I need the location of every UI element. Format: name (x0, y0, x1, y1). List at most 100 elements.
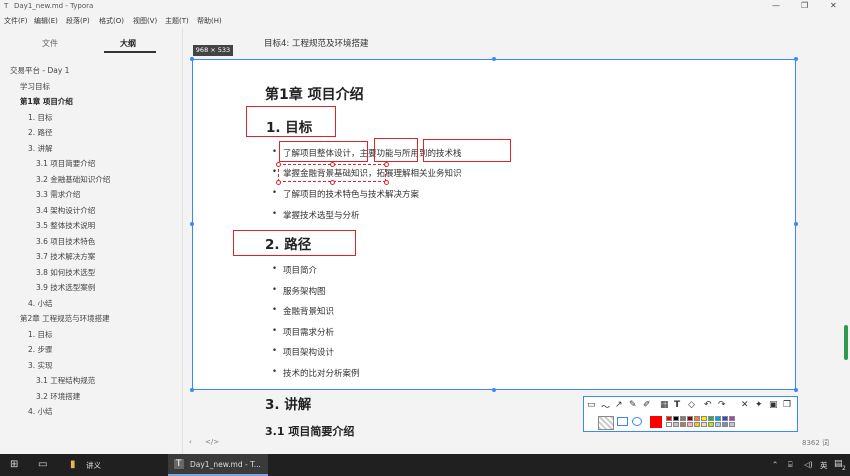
annotation-handle[interactable] (276, 180, 281, 185)
color-swatch[interactable] (701, 422, 707, 427)
capture-handle[interactable] (794, 222, 798, 226)
outline-item[interactable]: 3.3 需求介绍 (36, 189, 80, 200)
capture-handle[interactable] (190, 222, 194, 226)
outline-item[interactable]: 3.2 金融基础知识介绍 (36, 174, 110, 185)
annotation-box[interactable] (233, 230, 356, 256)
outline-item[interactable]: 学习目标 (20, 81, 50, 92)
save-icon[interactable]: ▣ (769, 400, 778, 410)
color-swatch[interactable] (729, 416, 735, 421)
outline-item[interactable]: 3.1 项目简要介绍 (36, 158, 95, 169)
brush-icon[interactable]: ✎ (629, 400, 637, 410)
outline-item[interactable]: 3.4 架构设计介绍 (36, 205, 95, 216)
rect-select-icon[interactable]: ▭ (587, 400, 596, 410)
capture-handle[interactable] (492, 388, 496, 392)
taskbar-item-folder[interactable]: ▮ 讲义 (64, 454, 164, 476)
annotation-box[interactable] (374, 138, 418, 162)
outline-item[interactable]: 3. 实现 (28, 360, 53, 371)
annotation-handle[interactable] (384, 180, 389, 185)
undo-icon[interactable]: ↶ (704, 400, 712, 410)
copy-icon[interactable]: ❐ (783, 400, 791, 410)
color-swatch[interactable] (666, 416, 672, 421)
menu-theme[interactable]: 主题(T) (165, 16, 189, 26)
word-count[interactable]: 8362 词 (802, 438, 829, 448)
close-icon[interactable]: ✕ (741, 400, 749, 410)
pin-icon[interactable]: ✦ (755, 400, 763, 410)
annotation-handle[interactable] (384, 162, 389, 167)
minimize-icon[interactable]: — (772, 1, 780, 10)
color-swatch[interactable] (687, 416, 693, 421)
redo-icon[interactable]: ↷ (718, 400, 726, 410)
annotation-handle[interactable] (276, 162, 281, 167)
outline-item[interactable]: 3.1 工程结构规范 (36, 375, 95, 386)
tab-outline[interactable]: 大纲 (120, 38, 136, 49)
outline-item[interactable]: 第1章 项目介绍 (20, 96, 73, 107)
capture-handle[interactable] (190, 57, 194, 61)
fill-pattern-icon[interactable] (598, 416, 614, 430)
scroll-indicator[interactable] (844, 325, 848, 360)
annotation-box[interactable] (279, 141, 368, 162)
menu-help[interactable]: 帮助(H) (197, 16, 222, 26)
capture-handle[interactable] (492, 57, 496, 61)
outline-item[interactable]: 4. 小结 (28, 406, 53, 417)
source-code-icon[interactable]: </> (205, 438, 219, 446)
rect-shape-icon[interactable] (617, 417, 628, 426)
color-swatch[interactable] (694, 416, 700, 421)
color-swatch[interactable] (680, 416, 686, 421)
maximize-icon[interactable]: ❐ (801, 1, 808, 10)
outline-item[interactable]: 3.9 技术选型案例 (36, 282, 95, 293)
tab-files[interactable]: 文件 (42, 38, 58, 49)
color-swatch[interactable] (666, 422, 672, 427)
color-swatch[interactable] (729, 422, 735, 427)
pen-icon[interactable]: 〜 (601, 400, 610, 413)
color-swatch[interactable] (673, 416, 679, 421)
outline-item[interactable]: 1. 目标 (28, 329, 53, 340)
color-swatch[interactable] (701, 416, 707, 421)
input-method-icon[interactable]: 英 (820, 460, 828, 471)
current-color-swatch[interactable] (650, 416, 662, 428)
outline-item[interactable]: 3.6 项目技术特色 (36, 236, 95, 247)
outline-item[interactable]: 2. 路径 (28, 127, 53, 138)
volume-icon[interactable]: ◁) (804, 460, 813, 469)
mosaic-icon[interactable]: ▦ (660, 400, 669, 410)
color-swatch[interactable] (673, 422, 679, 427)
menu-edit[interactable]: 编辑(E) (34, 16, 58, 26)
task-view-icon[interactable]: ▭ (38, 459, 47, 470)
capture-handle[interactable] (794, 388, 798, 392)
outline-item[interactable]: 3.5 整体技术说明 (36, 220, 95, 231)
taskbar-item-typora[interactable]: T Day1_new.md - T... (168, 454, 268, 476)
menu-format[interactable]: 格式(O) (99, 16, 124, 26)
outline-item[interactable]: 2. 步骤 (28, 344, 53, 355)
menu-paragraph[interactable]: 段落(P) (66, 16, 90, 26)
annotation-box[interactable] (246, 106, 336, 137)
color-swatch[interactable] (708, 416, 714, 421)
text-icon[interactable]: T (674, 400, 680, 410)
color-swatch[interactable] (722, 422, 728, 427)
chevron-up-icon[interactable]: ⌃ (772, 460, 778, 469)
capture-handle[interactable] (794, 57, 798, 61)
eraser-icon[interactable]: ◇ (688, 400, 695, 410)
network-icon[interactable]: ⌸ (788, 460, 793, 470)
outline-item[interactable]: 1. 目标 (28, 112, 53, 123)
outline-item[interactable]: 3. 讲解 (28, 143, 53, 154)
capture-handle[interactable] (190, 388, 194, 392)
annotation-box[interactable] (423, 139, 511, 162)
color-swatch[interactable] (722, 416, 728, 421)
color-swatch[interactable] (680, 422, 686, 427)
color-swatch[interactable] (694, 422, 700, 427)
windows-start-icon[interactable]: ⊞ (10, 459, 18, 470)
color-swatch[interactable] (687, 422, 693, 427)
outline-item[interactable]: 3.2 环境搭建 (36, 391, 80, 402)
outline-item[interactable]: 3.8 如何技术选型 (36, 267, 95, 278)
annotation-handle[interactable] (330, 180, 335, 185)
marker-icon[interactable]: ✐ (643, 400, 651, 410)
ellipse-shape-icon[interactable] (632, 417, 642, 426)
color-swatch[interactable] (715, 416, 721, 421)
menu-file[interactable]: 文件(F) (4, 16, 28, 26)
outline-item[interactable]: 交易平台 - Day 1 (10, 65, 69, 76)
menu-view[interactable]: 视图(V) (133, 16, 157, 26)
chevron-left-icon[interactable]: ‹ (189, 438, 192, 446)
outline-item[interactable]: 第2章 工程规范与环境搭建 (20, 313, 110, 324)
outline-item[interactable]: 4. 小结 (28, 298, 53, 309)
outline-item[interactable]: 3.7 技术解决方案 (36, 251, 95, 262)
color-swatch[interactable] (715, 422, 721, 427)
